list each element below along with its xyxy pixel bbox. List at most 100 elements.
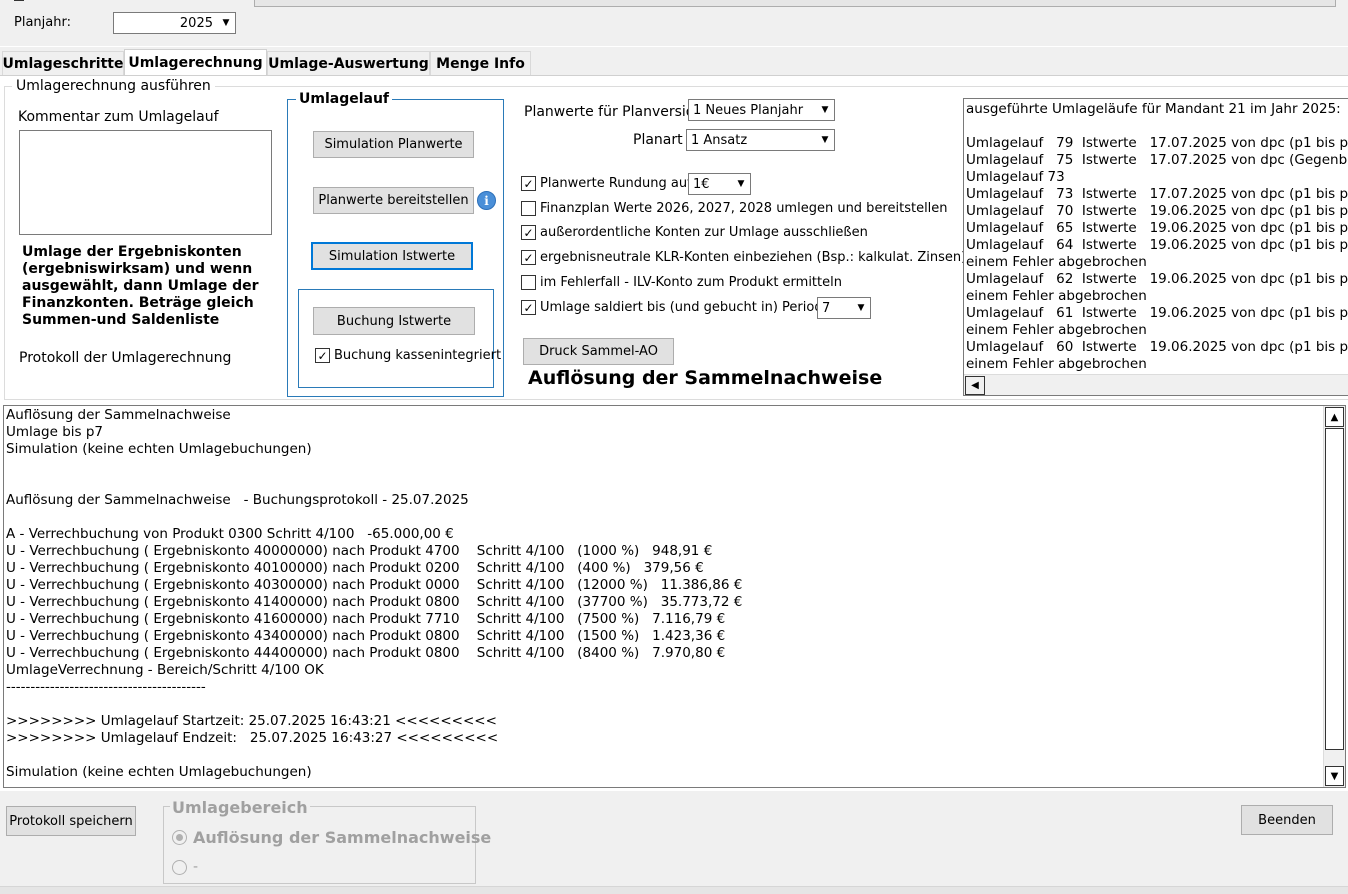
comment-input[interactable] [19, 130, 272, 235]
chevron-down-icon: ▼ [821, 135, 829, 145]
bereich-option-1[interactable]: Auflösung der Sammelnachweise [172, 828, 491, 847]
scroll-thumb[interactable] [1325, 428, 1344, 750]
run-line [966, 118, 1348, 135]
saldiert-checkbox[interactable]: ✓ Umlage saldiert bis (und gebucht in) P… [521, 300, 831, 315]
checkbox-label: Umlage saldiert bis (und gebucht in) Per… [540, 300, 831, 315]
checkbox-label: Buchung kassenintegriert [334, 348, 502, 363]
log-line: Umlage bis p7 [6, 424, 104, 440]
simulation-istwerte-button[interactable]: Simulation Istwerte [311, 242, 473, 270]
log-line: U - Verrechbuchung ( Ergebniskonto 43400… [6, 628, 726, 644]
tab-umlagerechnung[interactable]: Umlagerechnung [124, 49, 267, 76]
rundung-value: 1€ [693, 176, 710, 192]
run-line: Umlagelauf 60 Istwerte 19.06.2025 von dp… [966, 339, 1348, 355]
ergebnisneutral-checkbox[interactable]: ✓ ergebnisneutrale KLR-Konten einbeziehe… [521, 250, 966, 265]
checkbox-box [521, 201, 536, 216]
info-icon[interactable]: i [477, 191, 496, 210]
checkbox-label: außerordentliche Konten zur Umlage aussc… [540, 225, 868, 240]
radio-icon [172, 859, 187, 875]
protokoll-speichern-button[interactable]: Protokoll speichern [6, 806, 136, 836]
tab-label: Umlage-Auswertung [268, 55, 429, 72]
rundung-checkbox[interactable]: ✓ Planwerte Rundung auf [521, 176, 692, 191]
run-line: Umlagelauf 65 Istwerte 19.06.2025 von dp… [966, 220, 1348, 236]
tab-menge-info[interactable]: Menge Info [430, 51, 531, 75]
run-line: Umlagelauf 79 Istwerte 17.07.2025 von dp… [966, 135, 1348, 151]
log-line: U - Verrechbuchung ( Ergebniskonto 40300… [6, 577, 743, 593]
radio-label: - [193, 859, 199, 875]
aufloesung-title: Auflösung der Sammelnachweise [528, 367, 883, 389]
log-line: >>>>>>>> Umlagelauf Endzeit: 25.07.2025 … [6, 730, 499, 746]
run-line: Umlagelauf 64 Istwerte 19.06.2025 von dp… [966, 237, 1348, 253]
planart-select[interactable]: 1 Ansatz ▼ [686, 129, 835, 151]
umlagebereich-title: Umlagebereich [170, 798, 310, 817]
top-dash [14, 0, 24, 1]
checkmark-icon: ✓ [315, 348, 330, 363]
periode-select[interactable]: 7 ▼ [817, 297, 871, 319]
planjahr-label: Planjahr: [14, 15, 71, 30]
log-line: Simulation (keine echten Umlagebuchungen… [6, 764, 312, 780]
log-line: U - Verrechbuchung ( Ergebniskonto 44400… [6, 645, 726, 661]
planjahr-select[interactable]: 2025 ▼ [113, 12, 236, 34]
runs-hscrollbar[interactable]: ◀ [964, 374, 1348, 395]
checkbox-box [521, 275, 536, 290]
beenden-button[interactable]: Beenden [1241, 805, 1333, 835]
run-line: Umlagelauf 62 Istwerte 19.06.2025 von dp… [966, 271, 1348, 287]
tab-label: Menge Info [436, 55, 525, 72]
log-line: Auflösung der Sammelnachweise [6, 407, 231, 423]
chevron-down-icon: ▼ [222, 18, 230, 28]
tab-umlageschritte[interactable]: Umlageschritte [2, 51, 124, 75]
checkbox-label: Finanzplan Werte 2026, 2027, 2028 umlege… [540, 201, 948, 216]
scroll-down-icon[interactable]: ▼ [1325, 766, 1344, 786]
simulation-planwerte-button[interactable]: Simulation Planwerte [313, 131, 474, 158]
chevron-down-icon: ▼ [737, 179, 745, 189]
log-lines: Auflösung der Sammelnachweise Umlage bis … [4, 406, 1345, 781]
top-field-remnant [254, 0, 1336, 7]
checkmark-icon: ✓ [521, 300, 536, 315]
planwerte-bereitstellen-button[interactable]: Planwerte bereitstellen [313, 187, 474, 214]
scroll-left-icon[interactable]: ◀ [965, 376, 985, 395]
planversion-select[interactable]: 1 Neues Planjahr ▼ [688, 99, 835, 121]
run-line: Umlagelauf 75 Istwerte 17.07.2025 von dp… [966, 152, 1348, 168]
runs-list[interactable]: ausgeführte Umlageläufe für Mandant 21 i… [963, 98, 1348, 396]
bereich-option-2[interactable]: - [172, 859, 198, 875]
section-title: Umlagerechnung ausführen [12, 78, 215, 94]
log-vscrollbar[interactable]: ▲ ▼ [1323, 406, 1345, 787]
scroll-up-icon[interactable]: ▲ [1325, 407, 1344, 427]
run-line: einem Fehler abgebrochen [966, 322, 1147, 338]
checkbox-label: Planwerte Rundung auf [540, 176, 692, 191]
planart-value: 1 Ansatz [691, 132, 748, 148]
log-line: U - Verrechbuchung ( Ergebniskonto 41400… [6, 594, 743, 610]
rundung-select[interactable]: 1€ ▼ [688, 173, 751, 195]
protocol-label: Protokoll der Umlagerechnung [19, 350, 232, 366]
checkmark-icon: ✓ [521, 176, 536, 191]
radio-label: Auflösung der Sammelnachweise [193, 828, 492, 847]
log-line: UmlageVerrechnung - Bereich/Schritt 4/10… [6, 662, 324, 678]
log-line: Simulation (keine echten Umlagebuchungen… [6, 441, 312, 457]
bottom-edge [0, 886, 1348, 894]
run-line: Umlagelauf 73 [966, 169, 1065, 185]
log-line: U - Verrechbuchung ( Ergebniskonto 40100… [6, 560, 704, 576]
buchung-istwerte-button[interactable]: Buchung Istwerte [313, 307, 475, 335]
tab-umlage-auswertung[interactable]: Umlage-Auswertung [267, 51, 430, 75]
log-line: >>>>>>>> Umlagelauf Startzeit: 25.07.202… [6, 713, 497, 729]
buchung-kassenintegriert-checkbox[interactable]: ✓ Buchung kassenintegriert [315, 348, 501, 363]
finanzplan-checkbox[interactable]: Finanzplan Werte 2026, 2027, 2028 umlege… [521, 201, 948, 216]
chevron-down-icon: ▼ [821, 105, 829, 115]
log-line: U - Verrechbuchung ( Ergebniskonto 40000… [6, 543, 713, 559]
radio-selected-icon [172, 830, 187, 845]
umlagelauf-title: Umlagelauf [296, 91, 393, 107]
log-line: ----------------------------------------… [6, 679, 206, 695]
run-line: Umlagelauf 70 Istwerte 19.06.2025 von dp… [966, 203, 1348, 219]
planversion-value: 1 Neues Planjahr [693, 102, 804, 118]
checkmark-icon: ✓ [521, 250, 536, 265]
druck-sammel-ao-button[interactable]: Druck Sammel-AO [523, 338, 674, 365]
run-line: Umlagelauf 73 Istwerte 17.07.2025 von dp… [966, 186, 1348, 202]
protocol-log[interactable]: Auflösung der Sammelnachweise Umlage bis … [3, 405, 1346, 788]
checkmark-icon: ✓ [521, 225, 536, 240]
fehlerfall-checkbox[interactable]: im Fehlerfall - ILV-Konto zum Produkt er… [521, 275, 842, 290]
checkbox-label: ergebnisneutrale KLR-Konten einbeziehen … [540, 250, 967, 265]
ausserordentlich-checkbox[interactable]: ✓ außerordentliche Konten zur Umlage aus… [521, 225, 868, 240]
buchung-group [298, 289, 494, 388]
runs-lines: ausgeführte Umlageläufe für Mandant 21 i… [964, 99, 1348, 373]
